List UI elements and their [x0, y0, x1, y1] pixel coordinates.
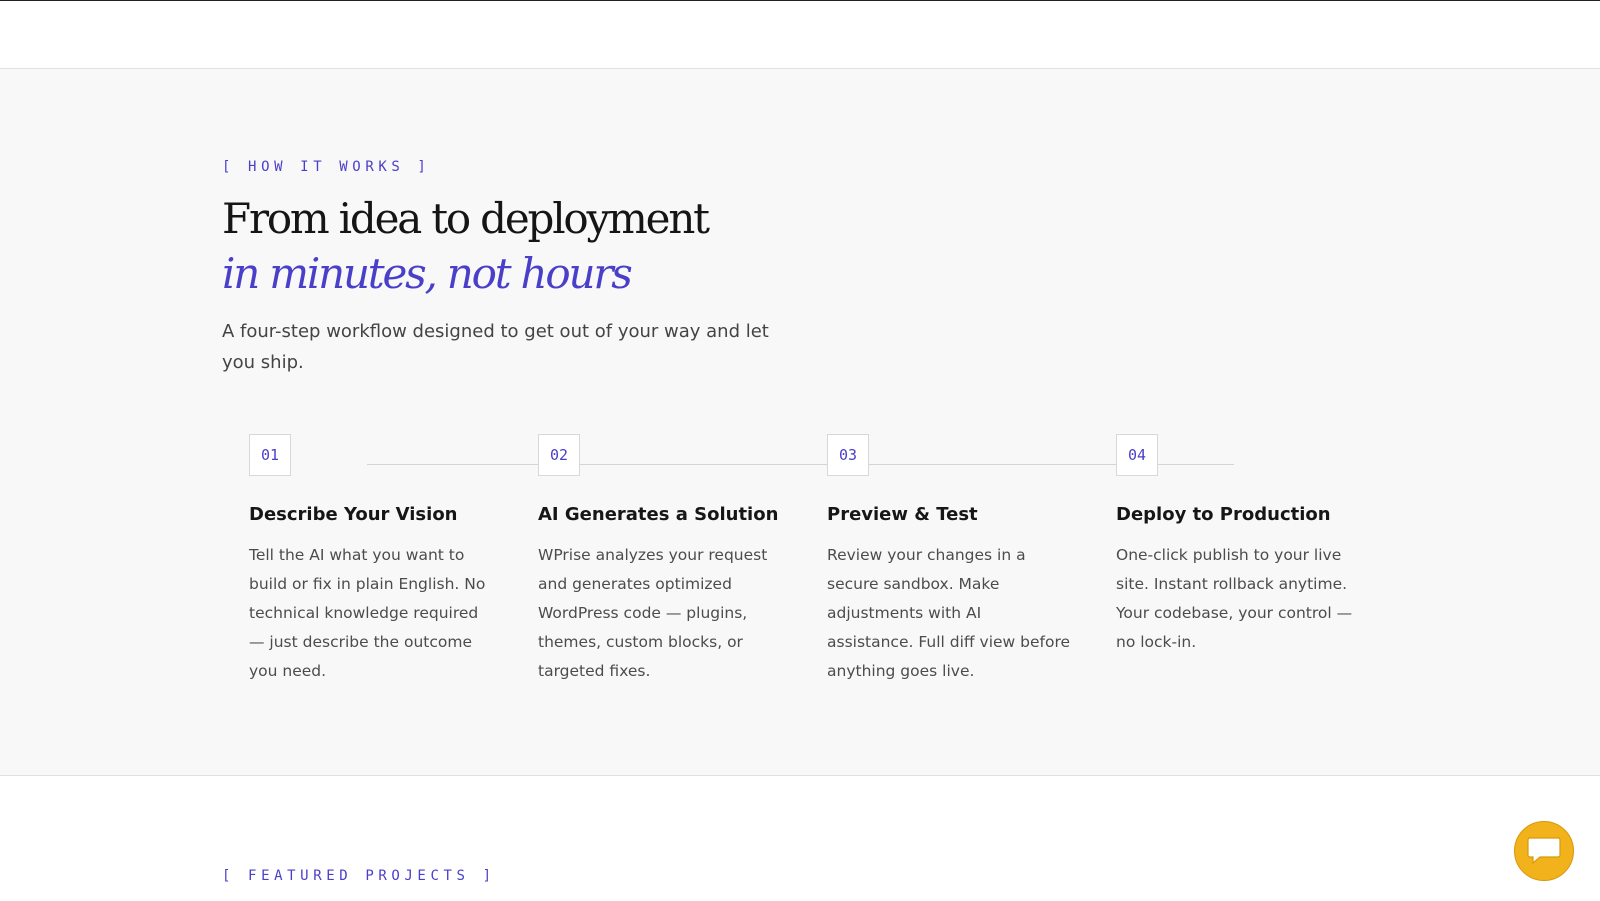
- section-lead: A four-step workflow designed to get out…: [222, 321, 769, 373]
- chat-widget-button[interactable]: [1514, 821, 1574, 881]
- step-number-badge: 02: [538, 434, 580, 476]
- step-card: 04 Deploy to Production One-click publis…: [1116, 434, 1366, 657]
- headline-line-2-accent: in minutes, not hours: [222, 249, 633, 298]
- step-description: One-click publish to your live site. Ins…: [1116, 546, 1353, 651]
- step-title: Preview & Test: [827, 504, 978, 525]
- header-bar: [0, 1, 1600, 69]
- step-description: WPrise analyzes your request and generat…: [538, 546, 768, 680]
- step-number-badge: 01: [249, 434, 291, 476]
- chat-bubble-icon: [1527, 837, 1561, 865]
- section-headline: From idea to deployment in minutes, not …: [222, 191, 710, 301]
- step-title: Deploy to Production: [1116, 504, 1331, 525]
- step-number-badge: 03: [827, 434, 869, 476]
- step-number-badge: 04: [1116, 434, 1158, 476]
- step-title: AI Generates a Solution: [538, 504, 779, 525]
- step-title: Describe Your Vision: [249, 504, 458, 525]
- step-card: 03 Preview & Test Review your changes in…: [827, 434, 1077, 686]
- how-it-works-eyebrow: [ HOW IT WORKS ]: [222, 159, 431, 175]
- headline-line-1: From idea to deployment: [222, 194, 710, 243]
- how-it-works-section: [ HOW IT WORKS ] From idea to deployment…: [0, 69, 1600, 776]
- step-description: Review your changes in a secure sandbox.…: [827, 546, 1071, 680]
- step-card: 01 Describe Your Vision Tell the AI what…: [249, 434, 499, 686]
- featured-projects-eyebrow: [ FEATURED PROJECTS ]: [222, 868, 496, 884]
- step-description: Tell the AI what you want to build or fi…: [249, 546, 486, 680]
- step-card: 02 AI Generates a Solution WPrise analyz…: [538, 434, 788, 686]
